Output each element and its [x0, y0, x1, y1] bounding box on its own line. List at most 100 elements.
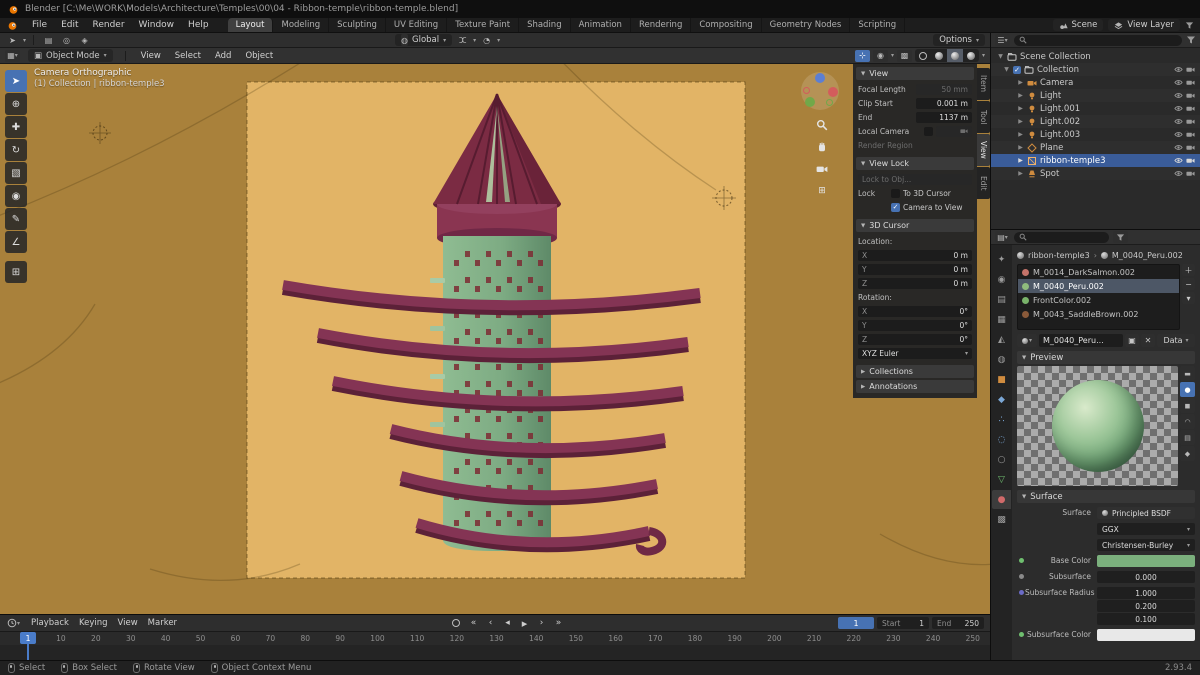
menu-edit[interactable]: Edit	[54, 18, 85, 32]
expander-icon[interactable]: ▼	[1003, 66, 1010, 73]
tool-cursor[interactable]: ⊕	[5, 93, 27, 115]
overlays-toggle-icon[interactable]: ◉	[872, 49, 888, 62]
clip-end-field[interactable]: 1137 m	[916, 111, 972, 123]
viewport-canvas[interactable]: Camera Orthographic (1) Collection | rib…	[0, 64, 990, 614]
axis-x-neg-dot[interactable]	[803, 87, 810, 94]
tool-measure[interactable]: ∠	[5, 231, 27, 253]
n-tab-item[interactable]: Item	[977, 68, 990, 100]
properties-search-input[interactable]	[1014, 231, 1109, 243]
shading-rendered-button[interactable]	[963, 49, 979, 62]
editor-type-icon[interactable]: ▤ ▾	[995, 231, 1010, 243]
disable-render-icon[interactable]	[1186, 91, 1195, 100]
tool-scale[interactable]: ▧	[5, 162, 27, 184]
hide-eye-icon[interactable]	[1174, 78, 1183, 87]
tab-shading[interactable]: Shading	[519, 18, 571, 32]
tool-rotate[interactable]: ↻	[5, 139, 27, 161]
hide-eye-icon[interactable]	[1174, 156, 1183, 165]
panel-header-view-lock[interactable]: ▼ View Lock	[856, 157, 974, 170]
expander-icon[interactable]: ▼	[997, 53, 1004, 60]
remove-slot-button[interactable]: −	[1182, 278, 1195, 290]
editor-type-icon[interactable]: ▾	[6, 617, 21, 629]
disable-render-icon[interactable]	[1186, 65, 1195, 74]
lock-to-object-field[interactable]: Lock to Obj...	[858, 173, 972, 185]
xray-toggle-icon[interactable]: ▩	[896, 49, 912, 62]
zoom-icon[interactable]	[815, 118, 829, 132]
outliner-row-light-001[interactable]: ▶ Light.001	[991, 102, 1200, 115]
local-camera-field[interactable]	[936, 125, 972, 137]
material-slot-list[interactable]: M_0014_DarkSalmon.002 M_0040_Peru.002 Fr…	[1017, 264, 1180, 330]
preview-fluid-button[interactable]: ◆	[1180, 446, 1195, 461]
editor-type-icon[interactable]: ☰ ▾	[995, 34, 1010, 46]
cursor-rotation-z-field[interactable]: Z 0°	[858, 333, 972, 345]
jump-to-end-button[interactable]: »	[551, 617, 566, 629]
radius-z-field[interactable]: 0.100	[1097, 613, 1195, 625]
expander-icon[interactable]: ▶	[1017, 92, 1024, 99]
add-slot-button[interactable]: ＋	[1182, 264, 1195, 276]
timeline-ruler[interactable]: 1 10 20 30 40 50 60 70 80 90 100 110 120…	[0, 631, 990, 645]
tab-object-data[interactable]: ▽	[992, 470, 1011, 489]
sss-method-dropdown[interactable]: Christensen-Burley ▾	[1097, 539, 1195, 551]
menu-keying[interactable]: Keying	[79, 618, 108, 628]
origins-icon[interactable]: ◎	[59, 34, 75, 46]
clip-start-field[interactable]: 0.001 m	[916, 97, 972, 109]
tab-view-layer[interactable]: ▦	[992, 310, 1011, 329]
tab-tool[interactable]: ✦	[992, 250, 1011, 269]
tab-animation[interactable]: Animation	[571, 18, 631, 32]
local-camera-checkbox[interactable]: ✓	[924, 126, 933, 136]
cursor-location-y-field[interactable]: Y0 m	[858, 263, 972, 275]
shader-button[interactable]: Principled BSDF	[1097, 507, 1195, 519]
panel-header-collections[interactable]: ▶ Collections	[856, 365, 974, 378]
tool-add-cube[interactable]: ⊞	[5, 261, 27, 283]
expander-icon[interactable]: ▶	[1017, 105, 1024, 112]
chevron-down-icon[interactable]: ▾	[891, 52, 894, 59]
tool-select-box[interactable]: ➤	[5, 70, 27, 92]
disable-render-icon[interactable]	[1186, 156, 1195, 165]
axis-y-neg-dot[interactable]	[826, 99, 833, 106]
tab-compositing[interactable]: Compositing	[691, 18, 762, 32]
disable-render-icon[interactable]	[1186, 104, 1195, 113]
panel-header-3d-cursor[interactable]: ▼ 3D Cursor	[856, 219, 974, 232]
viewport-menu-object[interactable]: Object	[242, 51, 276, 61]
disable-render-icon[interactable]	[1186, 143, 1195, 152]
slot-specials-button[interactable]: ▾	[1182, 292, 1195, 304]
chevron-down-icon[interactable]: ▾	[982, 52, 985, 59]
focal-length-field[interactable]: 50 mm	[916, 83, 972, 95]
tab-uv-editing[interactable]: UV Editing	[386, 18, 448, 32]
tab-render[interactable]: ◉	[992, 270, 1011, 289]
outliner-row-scene-collection[interactable]: ▼ Scene Collection	[991, 50, 1200, 63]
prev-keyframe-button[interactable]: ‹	[483, 617, 498, 629]
breadcrumb-material[interactable]: M_0040_Peru.002	[1112, 251, 1183, 260]
menu-window[interactable]: Window	[132, 18, 182, 32]
panel-header-surface[interactable]: ▼ Surface	[1017, 490, 1195, 503]
outliner-search-input[interactable]	[1014, 34, 1182, 46]
cursor-rotation-y-field[interactable]: Y 0°	[858, 319, 972, 331]
cursor-location-z-field[interactable]: Z0 m	[858, 277, 972, 289]
tool-annotate[interactable]: ✎	[5, 208, 27, 230]
mode-transfer-icon[interactable]: ▤	[41, 34, 57, 46]
base-color-swatch[interactable]	[1097, 555, 1195, 567]
tab-rendering[interactable]: Rendering	[631, 18, 692, 32]
outliner-row-camera[interactable]: ▶ Camera	[991, 76, 1200, 89]
tab-physics[interactable]: ◌	[992, 430, 1011, 449]
pan-hand-icon[interactable]	[815, 140, 829, 154]
hide-eye-icon[interactable]	[1174, 130, 1183, 139]
outliner-row-light-003[interactable]: ▶ Light.003	[991, 128, 1200, 141]
hide-eye-icon[interactable]	[1174, 91, 1183, 100]
mode-dropdown[interactable]: ▣ Object Mode ▾	[28, 49, 113, 62]
new-material-button[interactable]: ▣	[1125, 334, 1139, 347]
active-tool-icon[interactable]: ➤	[5, 34, 20, 46]
auto-key-record-button[interactable]	[452, 619, 460, 627]
panel-header-view[interactable]: ▼ View	[856, 67, 974, 80]
hide-eye-icon[interactable]	[1174, 169, 1183, 178]
jump-to-start-button[interactable]: «	[466, 617, 481, 629]
viewport-menu-select[interactable]: Select	[172, 51, 204, 61]
expander-icon[interactable]: ▶	[1017, 79, 1024, 86]
outliner-row-light-002[interactable]: ▶ Light.002	[991, 115, 1200, 128]
outliner-row-spot[interactable]: ▶ Spot	[991, 167, 1200, 180]
slot-front-color[interactable]: FrontColor.002	[1018, 293, 1179, 307]
play-reverse-button[interactable]: ◂	[500, 617, 515, 629]
playhead[interactable]: 1	[20, 632, 36, 644]
tab-material[interactable]: ●	[992, 490, 1011, 509]
n-tab-view[interactable]: View	[977, 134, 990, 166]
tab-geometry-nodes[interactable]: Geometry Nodes	[762, 18, 851, 32]
